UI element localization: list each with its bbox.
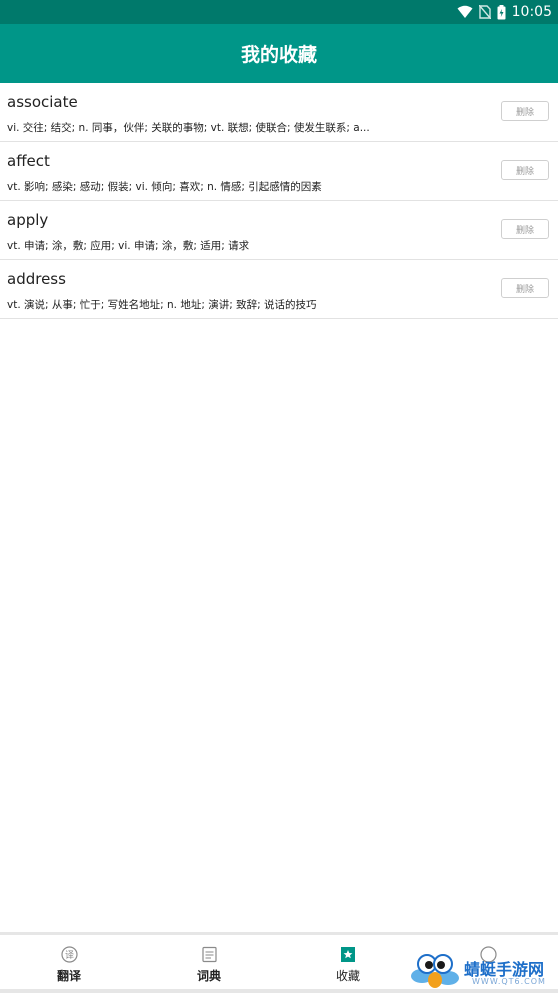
delete-button[interactable]: 删除 (501, 101, 549, 121)
meaning-text: vi. 交往; 结交; n. 同事，伙伴; 关联的事物; vt. 联想; 使联合… (7, 122, 370, 134)
star-icon (341, 946, 355, 962)
delete-button[interactable]: 删除 (501, 160, 549, 180)
watermark-url: WWW.QT6.COM (472, 977, 546, 986)
list-item[interactable]: associate vi. 交往; 结交; n. 同事，伙伴; 关联的事物; v… (0, 83, 558, 142)
word-text: associate (7, 93, 78, 111)
dragonfly-mascot-icon (411, 954, 459, 988)
word-text: address (7, 270, 66, 288)
meaning-text: vt. 申请; 涂，敷; 应用; vi. 申请; 涂，敷; 适用; 请求 (7, 240, 250, 252)
meaning-text: vt. 影响; 感染; 感动; 假装; vi. 倾向; 喜欢; n. 情感; 引… (7, 181, 322, 193)
word-text: affect (7, 152, 50, 170)
list-item[interactable]: affect vt. 影响; 感染; 感动; 假装; vi. 倾向; 喜欢; n… (0, 142, 558, 201)
page-title: 我的收藏 (240, 44, 317, 66)
tab-dictionary-label: 词典 (196, 969, 221, 983)
status-bar: 10:05 (0, 0, 558, 24)
translate-icon: 译 (60, 945, 78, 963)
tab-dictionary[interactable]: 词典 (179, 935, 239, 989)
dictionary-icon (201, 946, 217, 962)
svg-text:译: 译 (64, 950, 73, 961)
meaning-text: vt. 演说; 从事; 忙于; 写姓名地址; n. 地址; 演讲; 致辞; 说话… (7, 299, 317, 311)
tab-favorites-label: 收藏 (335, 969, 360, 983)
delete-button[interactable]: 删除 (501, 219, 549, 239)
tab-translate-label: 翻译 (56, 969, 81, 983)
no-sim-icon (478, 5, 491, 19)
delete-button[interactable]: 删除 (501, 278, 549, 298)
watermark: 蜻蜓手游网 WWW.QT6.COM (410, 950, 558, 990)
status-icons: 10:05 (457, 0, 552, 24)
word-text: apply (7, 211, 49, 229)
status-time: 10:05 (511, 4, 552, 20)
tab-favorites[interactable]: 收藏 (318, 935, 378, 989)
favorites-list: associate vi. 交往; 结交; n. 同事，伙伴; 关联的事物; v… (0, 83, 558, 319)
tab-translate[interactable]: 译 翻译 (39, 935, 99, 989)
battery-icon (497, 4, 506, 19)
wifi-icon (457, 5, 473, 18)
list-item[interactable]: apply vt. 申请; 涂，敷; 应用; vi. 申请; 涂，敷; 适用; … (0, 201, 558, 260)
app-bar: 我的收藏 (0, 24, 558, 83)
list-item[interactable]: address vt. 演说; 从事; 忙于; 写姓名地址; n. 地址; 演讲… (0, 260, 558, 319)
